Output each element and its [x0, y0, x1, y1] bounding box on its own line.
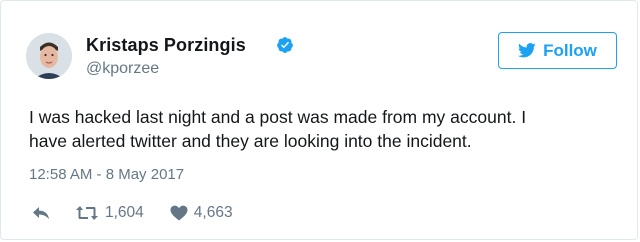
tweet-actions: 1,604 4,663: [31, 203, 233, 223]
heart-icon: [170, 205, 188, 221]
like-count: 4,663: [193, 204, 233, 221]
retweet-button[interactable]: 1,604: [75, 204, 144, 222]
twitter-bird-icon: [518, 43, 536, 58]
author-name[interactable]: Kristaps Porzingis: [86, 35, 246, 56]
tweet-timestamp[interactable]: 12:58 AM - 8 May 2017: [29, 166, 184, 183]
retweet-icon: [76, 206, 98, 220]
author-handle[interactable]: @kporzee: [86, 60, 159, 78]
reply-icon: [33, 207, 49, 219]
user-avatar: [26, 33, 72, 79]
follow-button[interactable]: Follow: [498, 32, 617, 69]
avatar[interactable]: [26, 33, 72, 79]
retweet-count: 1,604: [105, 204, 144, 221]
tweet-text-line: I was hacked last night and a post was m…: [29, 107, 527, 127]
follow-label: Follow: [543, 40, 597, 60]
verified-badge-icon: [277, 37, 293, 53]
like-button[interactable]: 4,663: [170, 204, 233, 222]
tweet-text: I was hacked last night and a post was m…: [29, 105, 629, 153]
tweet-text-line: have alerted twitter and they are lookin…: [29, 131, 472, 151]
reply-button[interactable]: [31, 205, 51, 221]
tweet-card: Kristaps Porzingis @kporzee Follow I was…: [0, 0, 638, 240]
